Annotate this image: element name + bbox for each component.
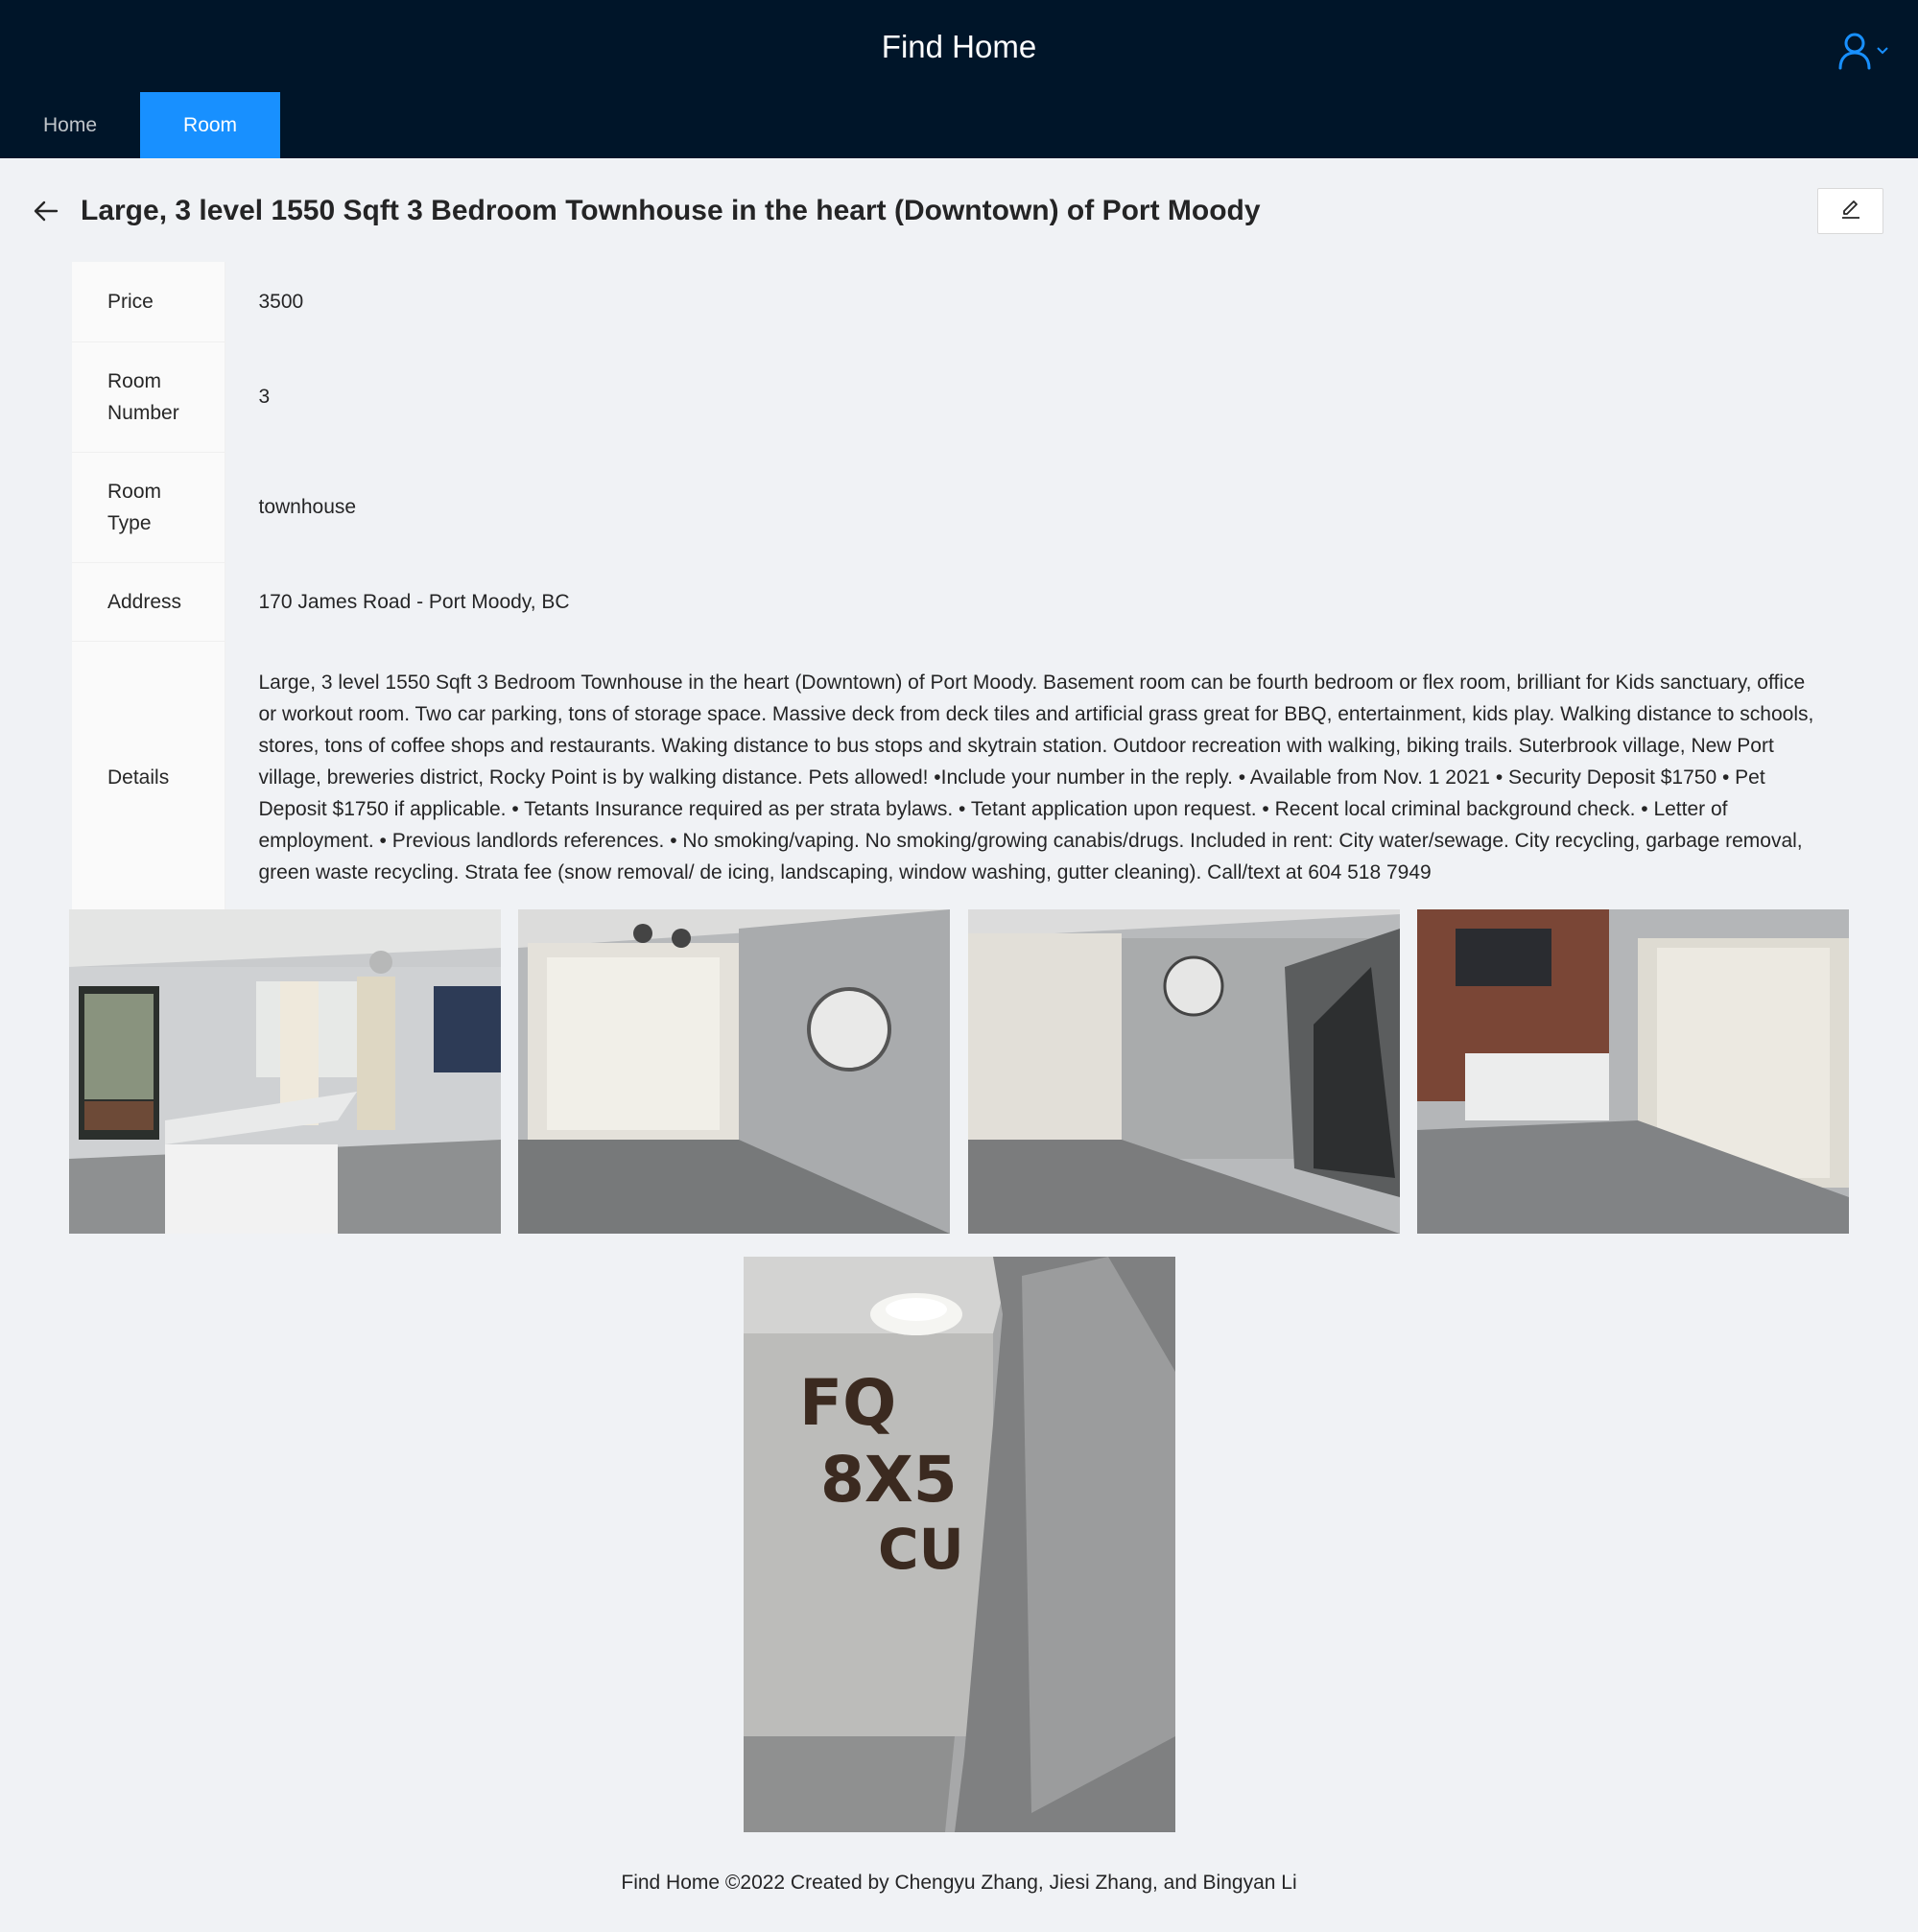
room-number-label: Room Number <box>72 342 225 453</box>
back-button[interactable] <box>29 196 63 230</box>
room-type-value: townhouse <box>225 452 1847 562</box>
page-title: Large, 3 level 1550 Sqft 3 Bedroom Townh… <box>81 195 1261 226</box>
edit-icon[interactable] <box>1840 199 1861 224</box>
wall-letters-line-3: CU <box>878 1517 964 1582</box>
room-photo-kitchen[interactable] <box>69 909 501 1234</box>
app-header: Find Home Home Room <box>0 0 1918 158</box>
room-type-label: Room Type <box>72 452 225 563</box>
arrow-left-icon[interactable] <box>34 200 59 226</box>
app-title: Find Home <box>881 29 1037 64</box>
user-menu[interactable] <box>1837 29 1895 73</box>
room-details-table: Price 3500 Room Number 3 Room Type townh… <box>72 262 1847 914</box>
chevron-down-icon[interactable] <box>1876 46 1889 56</box>
wall-letters-line-1: FQ <box>799 1366 896 1440</box>
room-photo-stairway[interactable]: FQ 8X5 CU <box>744 1257 1175 1832</box>
price-label: Price <box>72 262 225 342</box>
details-row-price: Price 3500 <box>72 262 1847 342</box>
page-footer: Find Home ©2022 Created by Chengyu Zhang… <box>621 1872 1297 1894</box>
details-row-room-type: Room Type townhouse <box>72 452 1847 563</box>
details-row-room-number: Room Number 3 <box>72 342 1847 453</box>
page-header: Large, 3 level 1550 Sqft 3 Bedroom Townh… <box>0 182 1918 240</box>
address-value: 170 James Road - Port Moody, BC <box>225 562 1847 641</box>
wall-letters-line-2: 8X5 <box>820 1443 958 1517</box>
details-row-address: Address 170 James Road - Port Moody, BC <box>72 562 1847 642</box>
room-photo-living-room-1[interactable] <box>518 909 950 1234</box>
room-photo-living-room-2[interactable] <box>968 909 1400 1234</box>
address-label: Address <box>72 562 225 642</box>
main-nav: Home Room <box>0 92 281 158</box>
nav-item-home[interactable]: Home <box>0 92 140 158</box>
details-value: Large, 3 level 1550 Sqft 3 Bedroom Townh… <box>225 641 1847 913</box>
room-photo-living-room-3[interactable] <box>1417 909 1849 1234</box>
room-number-value: 3 <box>225 342 1847 452</box>
user-icon[interactable] <box>1837 32 1872 70</box>
edit-button[interactable] <box>1817 188 1883 234</box>
nav-item-room[interactable]: Room <box>140 92 281 158</box>
details-label: Details <box>72 641 225 914</box>
price-value: 3500 <box>225 262 1847 342</box>
details-row-details: Details Large, 3 level 1550 Sqft 3 Bedro… <box>72 641 1847 914</box>
